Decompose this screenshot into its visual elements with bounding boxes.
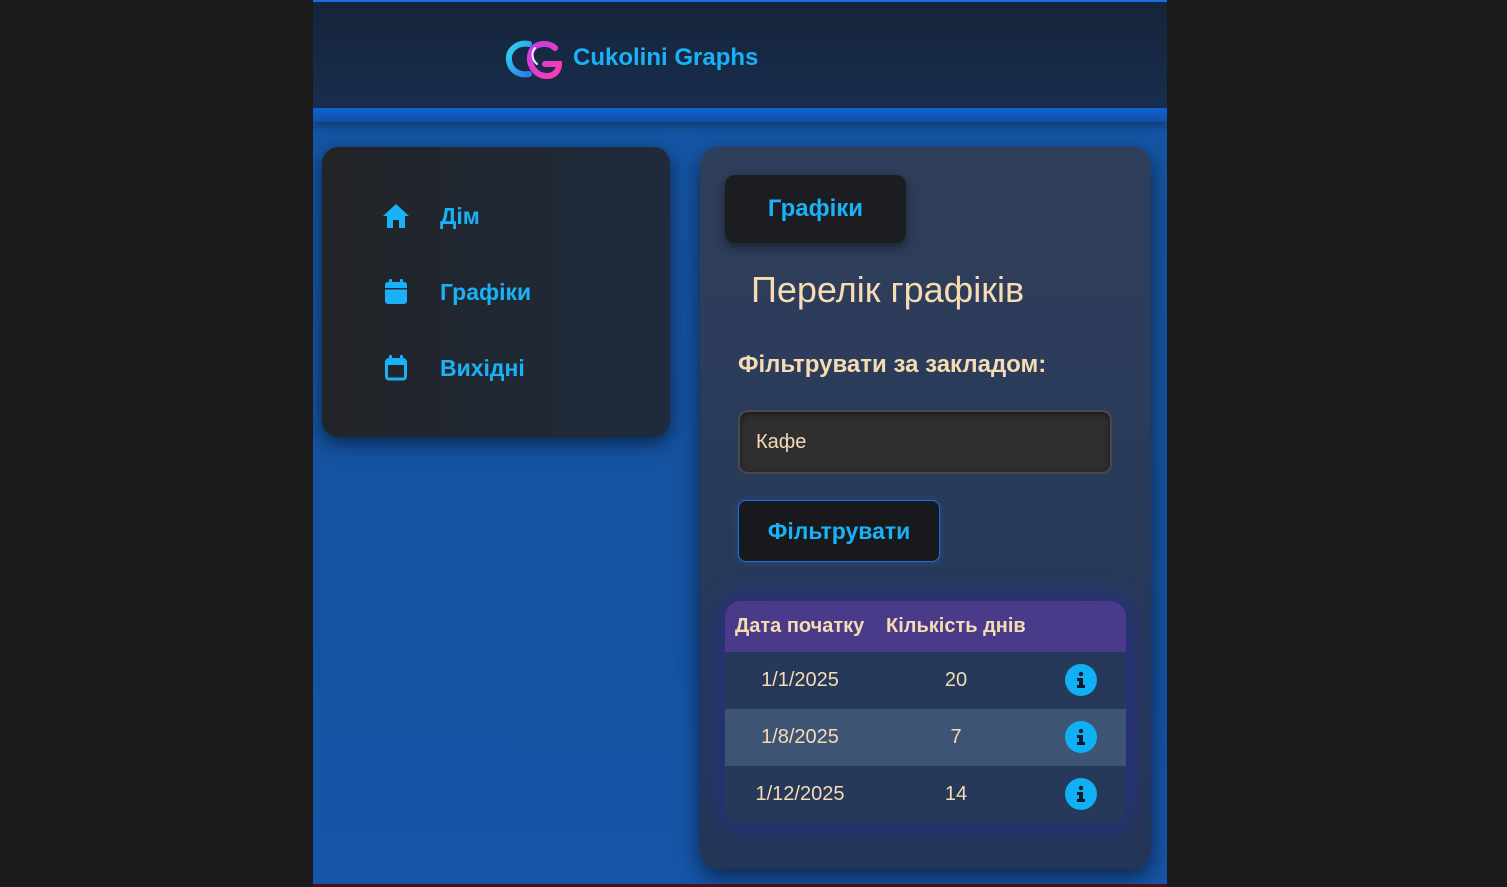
brand-name: Cukolini Graphs xyxy=(573,44,759,71)
table-header: Дата початку Кількість днів xyxy=(725,601,1126,652)
calendar-filled-icon xyxy=(382,278,410,306)
info-icon[interactable] xyxy=(1065,721,1097,753)
sidebar: Дім Графіки Вихідні xyxy=(322,147,670,437)
info-icon[interactable] xyxy=(1065,664,1097,696)
cell-start-date: 1/1/2025 xyxy=(761,669,839,691)
cell-days-count: 7 xyxy=(950,726,962,748)
info-icon[interactable] xyxy=(1065,778,1097,810)
column-header-days-count: Кількість днів xyxy=(886,615,1026,637)
main-panel: Графіки Перелік графіків Фільтрувати за … xyxy=(700,147,1151,869)
home-icon xyxy=(382,202,410,230)
filter-input[interactable] xyxy=(738,410,1112,474)
header-accent-bar xyxy=(313,108,1167,122)
cell-days-count: 14 xyxy=(944,783,968,805)
cell-start-date: 1/8/2025 xyxy=(761,726,839,748)
calendar-outline-icon xyxy=(382,354,410,382)
filter-label: Фільтрувати за закладом: xyxy=(738,351,1047,378)
sidebar-item-label: Вихідні xyxy=(440,354,525,381)
cell-start-date: 1/12/2025 xyxy=(755,783,845,805)
table-row: 1/1/2025 20 xyxy=(725,652,1126,709)
page-title: Перелік графіків xyxy=(751,269,1025,310)
column-header-start-date: Дата початку xyxy=(735,615,865,637)
sidebar-item-label: Дім xyxy=(440,202,480,229)
schedules-table: Дата початку Кількість днів 1/1/2025 20 … xyxy=(725,601,1126,824)
sidebar-item-graphs[interactable]: Графіки xyxy=(382,272,531,312)
tab-graphs[interactable]: Графіки xyxy=(725,175,906,243)
cell-days-count: 20 xyxy=(944,669,968,691)
sidebar-item-label: Графіки xyxy=(440,278,532,305)
app-window: Cukolini Graphs Дім Графіки Вихідні Граф… xyxy=(313,0,1167,884)
sidebar-item-weekends[interactable]: Вихідні xyxy=(382,348,525,388)
table-row: 1/12/2025 14 xyxy=(725,766,1126,823)
table-row: 1/8/2025 7 xyxy=(725,709,1126,766)
cg-logo-icon xyxy=(505,40,563,80)
filter-button[interactable]: Фільтрувати xyxy=(738,500,940,562)
sidebar-item-home[interactable]: Дім xyxy=(382,196,480,236)
top-header: Cukolini Graphs xyxy=(313,0,1167,108)
